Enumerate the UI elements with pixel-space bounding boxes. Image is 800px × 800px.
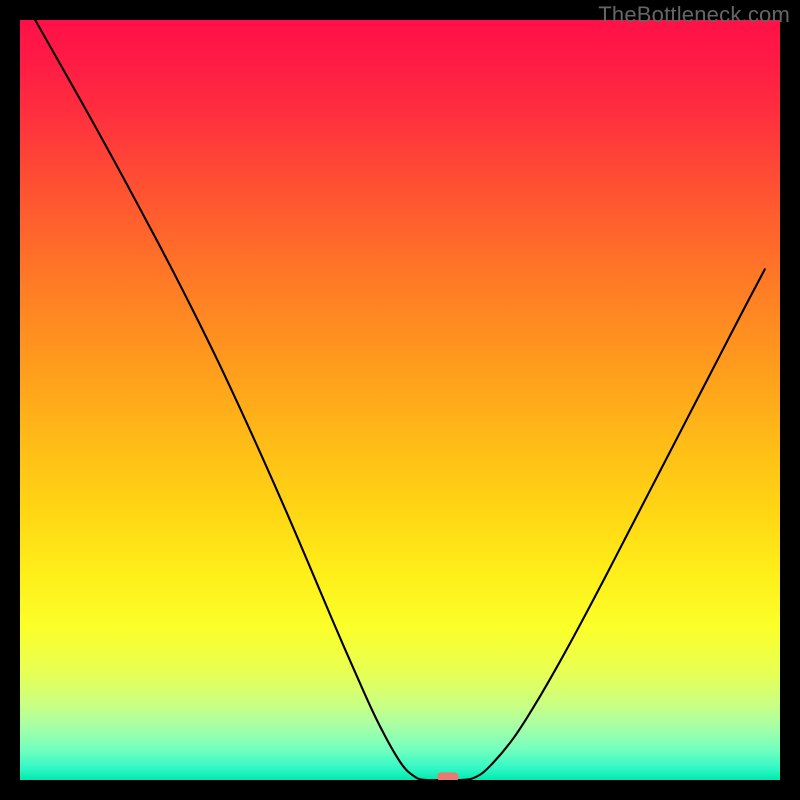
chart-svg (20, 20, 780, 780)
chart-background (20, 20, 780, 780)
min-marker (437, 772, 458, 780)
chart-frame: TheBottleneck.com (0, 0, 800, 800)
watermark-text: TheBottleneck.com (598, 2, 790, 28)
plot-area (20, 20, 780, 780)
